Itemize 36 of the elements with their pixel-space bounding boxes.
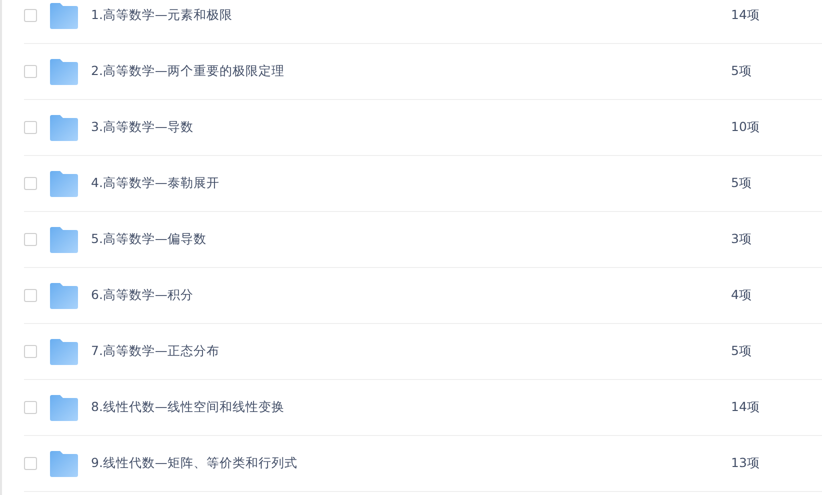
item-count: 10项 (731, 119, 760, 136)
folder-name[interactable]: 1.高等数学—元素和极限 (91, 7, 731, 24)
folder-name[interactable]: 9.线性代数—矩阵、等价类和行列式 (91, 455, 731, 472)
folder-icon (49, 114, 79, 140)
folder-name[interactable]: 4.高等数学—泰勒展开 (91, 175, 731, 192)
folder-icon (49, 2, 79, 28)
folder-icon (49, 58, 79, 84)
item-count: 4项 (731, 287, 752, 304)
folder-name[interactable]: 7.高等数学—正态分布 (91, 343, 731, 360)
checkbox[interactable] (24, 401, 37, 414)
checkbox[interactable] (24, 121, 37, 134)
checkbox[interactable] (24, 457, 37, 470)
checkbox[interactable] (24, 9, 37, 22)
item-count: 3项 (731, 231, 752, 248)
folder-icon (49, 394, 79, 420)
checkbox[interactable] (24, 233, 37, 246)
folder-name[interactable]: 3.高等数学—导数 (91, 119, 731, 136)
folder-icon (49, 226, 79, 252)
folder-name[interactable]: 5.高等数学—偏导数 (91, 231, 731, 248)
checkbox[interactable] (24, 65, 37, 78)
item-count: 5项 (731, 343, 752, 360)
folder-icon (49, 170, 79, 196)
checkbox[interactable] (24, 177, 37, 190)
folder-icon (49, 282, 79, 308)
folder-icon (49, 450, 79, 476)
folder-icon (49, 338, 79, 364)
item-count: 14项 (731, 7, 760, 24)
item-count: 13项 (731, 455, 760, 472)
checkbox[interactable] (24, 289, 37, 302)
folder-name[interactable]: 2.高等数学—两个重要的极限定理 (91, 63, 731, 80)
folder-name[interactable]: 8.线性代数—线性空间和线性变换 (91, 399, 731, 416)
item-count: 5项 (731, 175, 752, 192)
folder-name[interactable]: 6.高等数学—积分 (91, 287, 731, 304)
checkbox[interactable] (24, 345, 37, 358)
item-count: 5项 (731, 63, 752, 80)
item-count: 14项 (731, 399, 760, 416)
